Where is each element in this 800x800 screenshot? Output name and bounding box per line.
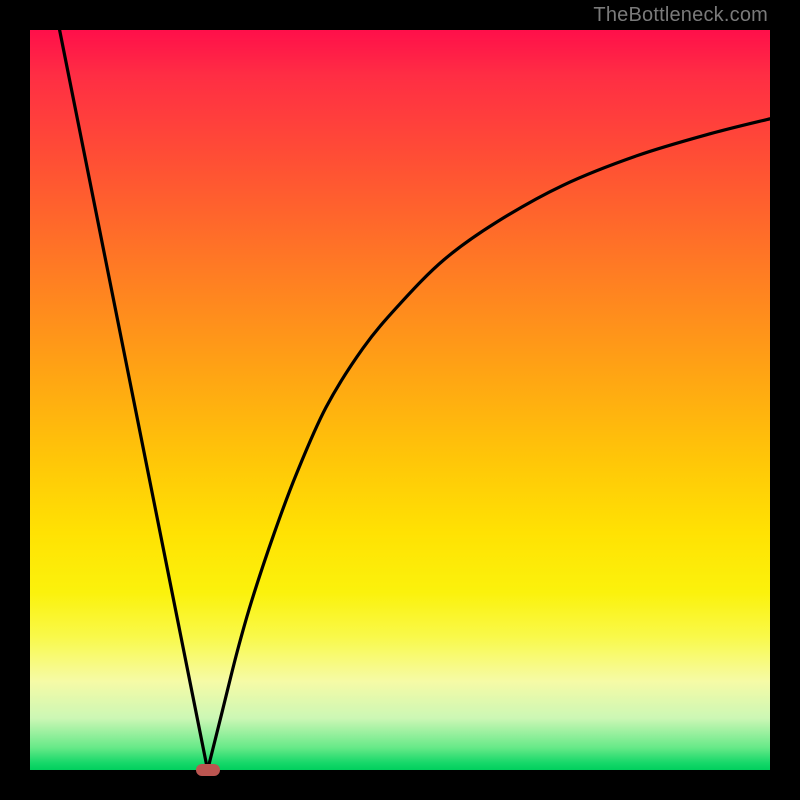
chart-frame: TheBottleneck.com bbox=[0, 0, 800, 800]
watermark-text: TheBottleneck.com bbox=[593, 4, 768, 27]
curve-svg bbox=[30, 30, 770, 770]
curve-left-branch bbox=[60, 30, 208, 770]
curve-right-branch bbox=[208, 119, 770, 770]
plot-area bbox=[30, 30, 770, 770]
optimal-point-marker bbox=[196, 764, 220, 776]
